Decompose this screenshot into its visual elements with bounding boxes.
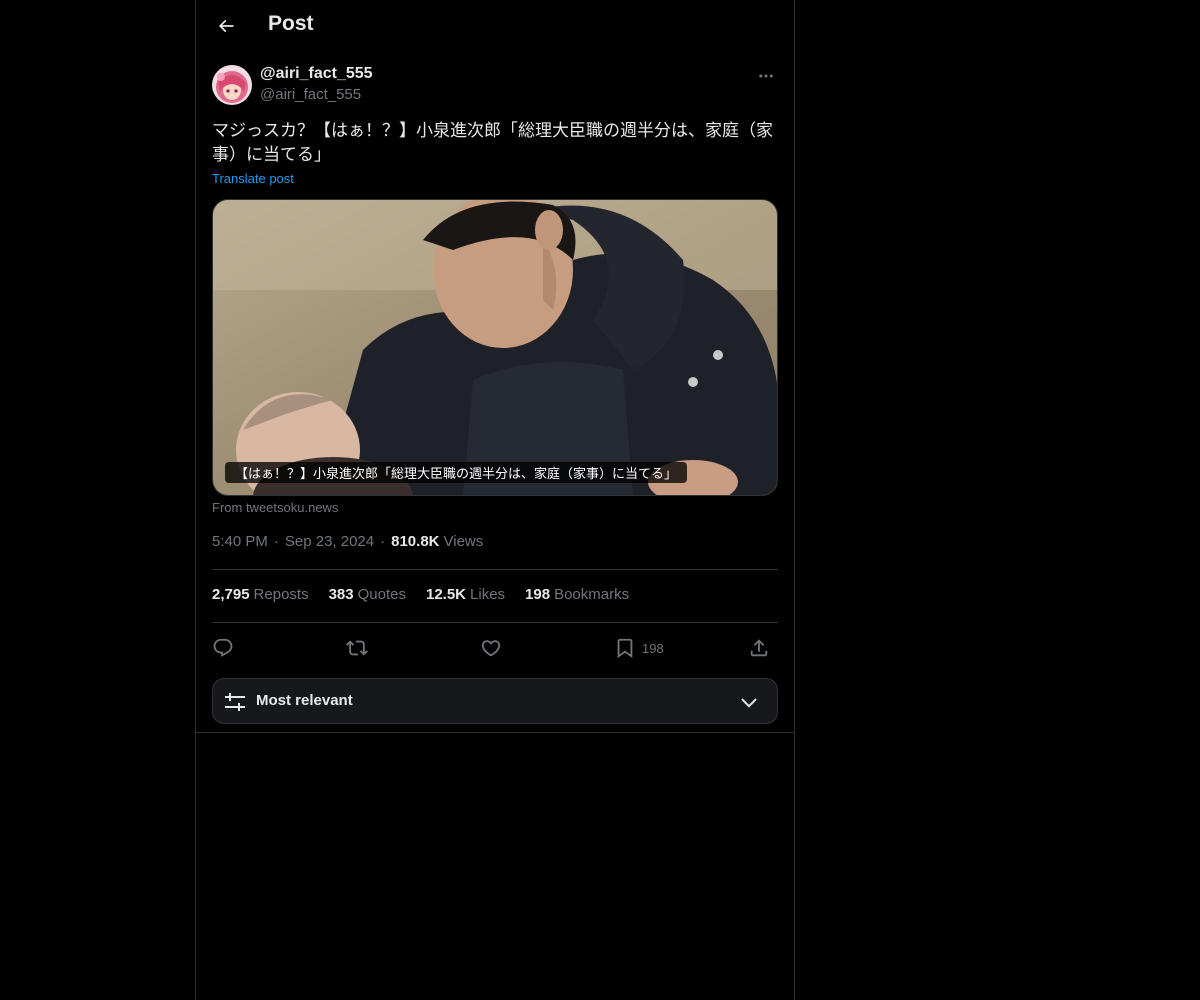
post-meta: 5:40 PM · Sep 23, 2024 · 810.8K Views [212, 533, 483, 550]
post-date[interactable]: Sep 23, 2024 [285, 533, 374, 550]
more-horizontal-icon [759, 74, 773, 78]
section-divider [196, 732, 794, 733]
sort-label: Most relevant [256, 692, 353, 709]
avatar[interactable] [212, 65, 252, 105]
views-count: 810.8K [391, 533, 440, 550]
chevron-down-icon [741, 698, 757, 708]
more-options-button[interactable] [754, 64, 778, 88]
bookmark-icon [617, 638, 633, 659]
action-bar: 198 [212, 634, 778, 662]
author-handle[interactable]: @airi_fact_555 [260, 86, 361, 103]
top-bar: Post [196, 0, 794, 53]
card-image [213, 200, 777, 495]
share-icon [750, 639, 768, 657]
page-title: Post [268, 12, 314, 35]
reply-button[interactable] [212, 634, 234, 662]
likes-stat[interactable]: 12.5K Likes [426, 586, 505, 603]
divider [212, 622, 778, 623]
divider [212, 569, 778, 570]
bookmark-count: 198 [642, 640, 664, 656]
author-display-name[interactable]: @airi_fact_555 [260, 65, 373, 83]
separator-dot: · [273, 533, 279, 550]
heart-icon [481, 640, 501, 657]
post-column: Post @airi_fact_555 @airi_fact_555 マジっスカ… [195, 0, 795, 1000]
post-author: @airi_fact_555 @airi_fact_555 [212, 64, 778, 108]
back-button[interactable] [208, 8, 244, 44]
views-label: Views [443, 533, 484, 550]
sliders-icon [225, 693, 245, 711]
share-button[interactable] [748, 634, 770, 662]
arrow-left-icon [218, 19, 234, 33]
post-time[interactable]: 5:40 PM [212, 533, 268, 550]
repost-icon [346, 640, 368, 656]
post-stats: 2,795 Reposts 383 Quotes 12.5K Likes 198 Boo… [212, 586, 649, 603]
reply-icon [213, 638, 233, 657]
post-text: マジっスカ？【はぁ！？】小泉進次郎「総理大臣職の週半分は、家庭（家事）に当てる」 [212, 121, 773, 164]
translate-post-link[interactable]: Translate post [212, 171, 294, 186]
like-button[interactable] [480, 634, 502, 662]
card-source[interactable]: From tweetsoku.news [212, 500, 338, 515]
bookmarks-stat[interactable]: 198 Bookmarks [525, 586, 629, 603]
repost-button[interactable] [346, 634, 368, 662]
link-card[interactable]: 【はぁ！？】小泉進次郎「総理大臣職の週半分は、家庭（家事）に当てる」 [212, 199, 778, 496]
card-caption: 【はぁ！？】小泉進次郎「総理大臣職の週半分は、家庭（家事）に当てる」 [225, 462, 688, 483]
separator-dot: · [380, 533, 386, 550]
bookmark-button[interactable]: 198 [614, 634, 664, 662]
quotes-stat[interactable]: 383 Quotes [329, 586, 406, 603]
sort-replies-dropdown[interactable]: Most relevant [212, 678, 778, 724]
reposts-stat[interactable]: 2,795 Reposts [212, 586, 309, 603]
